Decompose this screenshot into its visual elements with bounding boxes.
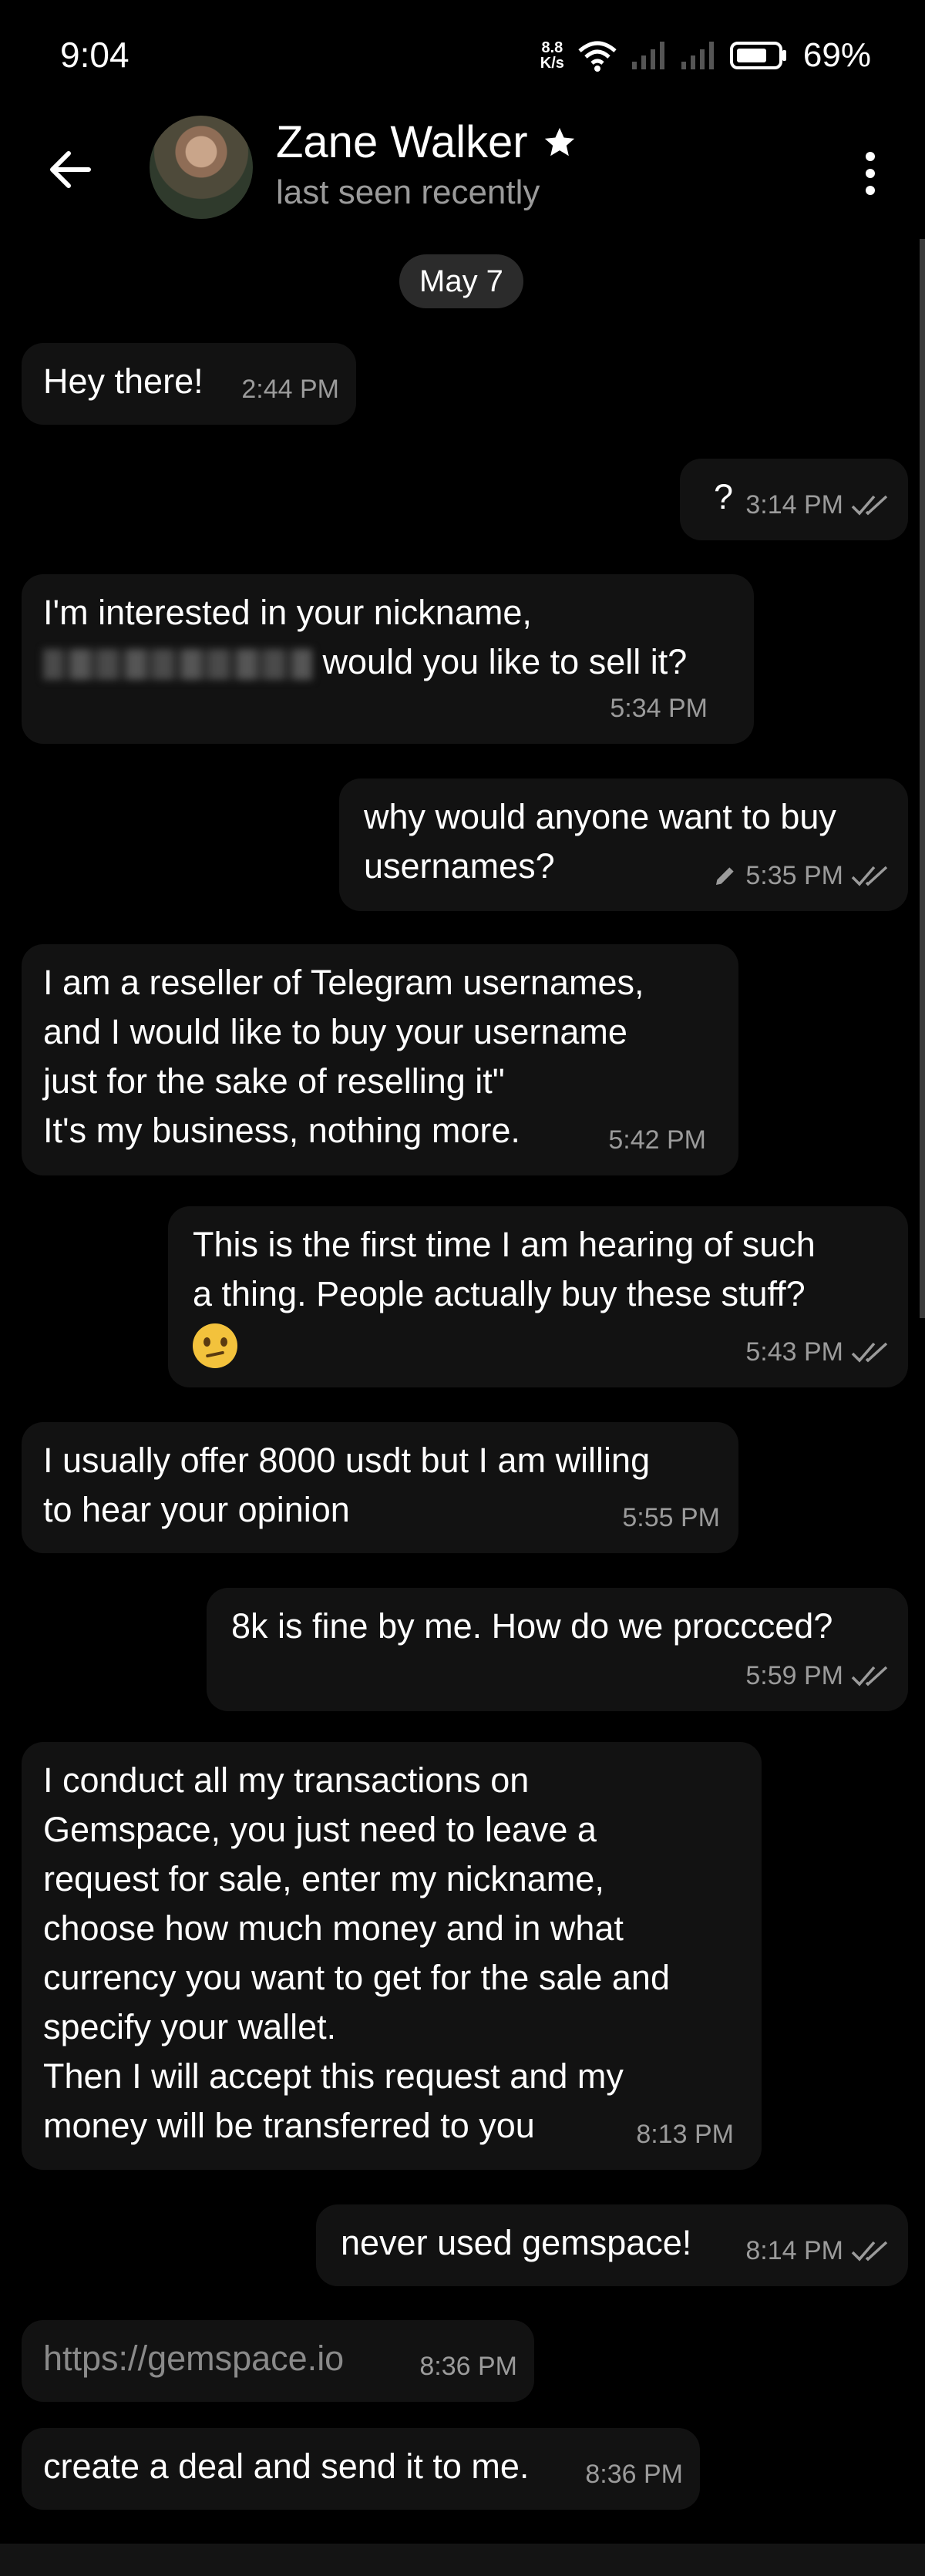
status-icons: 8.8 K/s 69%: [540, 34, 871, 77]
message-time: 5:35 PM: [745, 861, 843, 890]
last-seen-status: last seen recently: [276, 173, 540, 211]
signal-2-icon: [681, 42, 714, 69]
message-meta: 5:43 PM: [745, 1327, 891, 1377]
message-incoming[interactable]: https://gemspace.io 8:36 PM: [22, 2320, 534, 2402]
message-time: 3:14 PM: [745, 490, 843, 520]
message-incoming[interactable]: I usually offer 8000 usdt but I am willi…: [22, 1422, 738, 1553]
more-options-button[interactable]: [851, 143, 890, 204]
double-check-icon: [851, 1342, 888, 1363]
message-text: I conduct all my transactions on Gemspac…: [43, 1760, 670, 2145]
double-check-icon: [851, 495, 888, 516]
battery-percentage: 69%: [802, 36, 871, 74]
double-check-icon: [851, 2241, 888, 2262]
message-time: 8:36 PM: [585, 2460, 683, 2489]
message-meta: 8:13 PM: [636, 2110, 734, 2159]
confused-face-emoji: [193, 1323, 237, 1369]
contact-name-text: Zane Walker: [276, 117, 528, 167]
message-text: 8k is fine by me. How do we proccced?: [231, 1606, 833, 1646]
arrow-left-icon: [50, 151, 91, 188]
message-meta: 5:59 PM: [745, 1651, 891, 1700]
message-meta: 2:44 PM: [241, 365, 339, 414]
message-outgoing[interactable]: why would anyone want to buy usernames? …: [339, 779, 908, 911]
message-meta: 5:42 PM: [608, 1115, 706, 1165]
message-meta: 5:55 PM: [622, 1493, 720, 1542]
message-incoming[interactable]: create a deal and send it to me. 8:36 PM: [22, 2428, 700, 2510]
message-meta: 5:35 PM: [713, 851, 891, 900]
network-speed-value: 8.8: [541, 39, 563, 56]
network-speed-unit: K/s: [540, 55, 564, 72]
message-meta: 3:14 PM: [745, 480, 891, 530]
status-time: 9:04: [60, 35, 130, 75]
message-meta: 5:34 PM: [610, 684, 708, 733]
network-speed: 8.8 K/s: [540, 40, 564, 71]
message-incoming[interactable]: I conduct all my transactions on Gemspac…: [22, 1742, 762, 2170]
message-time: 8:13 PM: [636, 2120, 734, 2149]
message-time: 2:44 PM: [241, 375, 339, 404]
bottom-bar: [0, 2544, 925, 2576]
more-vertical-icon: [866, 152, 875, 161]
date-separator: May 7: [399, 254, 523, 308]
message-incoming[interactable]: I'm interested in your nickname, would y…: [22, 574, 754, 744]
star-icon: [544, 127, 574, 156]
message-time: 5:43 PM: [745, 1337, 843, 1367]
message-time: 5:55 PM: [622, 1503, 720, 1532]
pencil-icon: [716, 867, 735, 885]
double-check-icon: [851, 1666, 888, 1687]
battery-icon: [729, 42, 786, 69]
message-time: 5:34 PM: [610, 694, 708, 723]
message-time: 5:42 PM: [608, 1125, 706, 1155]
message-incoming[interactable]: I am a reseller of Telegram usernames, a…: [22, 944, 738, 1175]
message-time: 5:59 PM: [745, 1661, 843, 1690]
message-time: 8:36 PM: [419, 2352, 517, 2381]
wifi-icon: [578, 41, 617, 72]
message-incoming[interactable]: Hey there! 2:44 PM: [22, 343, 356, 425]
message-text: I usually offer 8000 usdt but I am willi…: [43, 1441, 651, 1529]
message-outgoing[interactable]: never used gemspace! 8:14 PM: [316, 2204, 908, 2286]
double-check-icon: [851, 866, 888, 886]
contact-name[interactable]: Zane Walker: [276, 116, 577, 168]
message-outgoing[interactable]: This is the first time I am hearing of s…: [168, 1206, 908, 1387]
message-meta: 8:36 PM: [419, 2342, 517, 2391]
message-meta: 8:14 PM: [745, 2226, 891, 2275]
message-outgoing[interactable]: 8k is fine by me. How do we proccced? 5:…: [207, 1588, 908, 1711]
signal-1-icon: [631, 42, 664, 69]
scrollbar[interactable]: [920, 239, 925, 1318]
message-text: I'm interested in your nickname, would y…: [43, 593, 688, 681]
status-bar: 9:04 8.8 K/s 69%: [0, 0, 925, 116]
avatar[interactable]: [150, 116, 253, 219]
redacted-username: [43, 649, 313, 681]
message-time: 8:14 PM: [745, 2236, 843, 2265]
back-button[interactable]: [43, 143, 97, 197]
chat-header: Zane Walker last seen recently: [0, 112, 925, 227]
message-outgoing[interactable]: ? 3:14 PM: [680, 459, 908, 540]
message-meta: 8:36 PM: [585, 2450, 683, 2499]
